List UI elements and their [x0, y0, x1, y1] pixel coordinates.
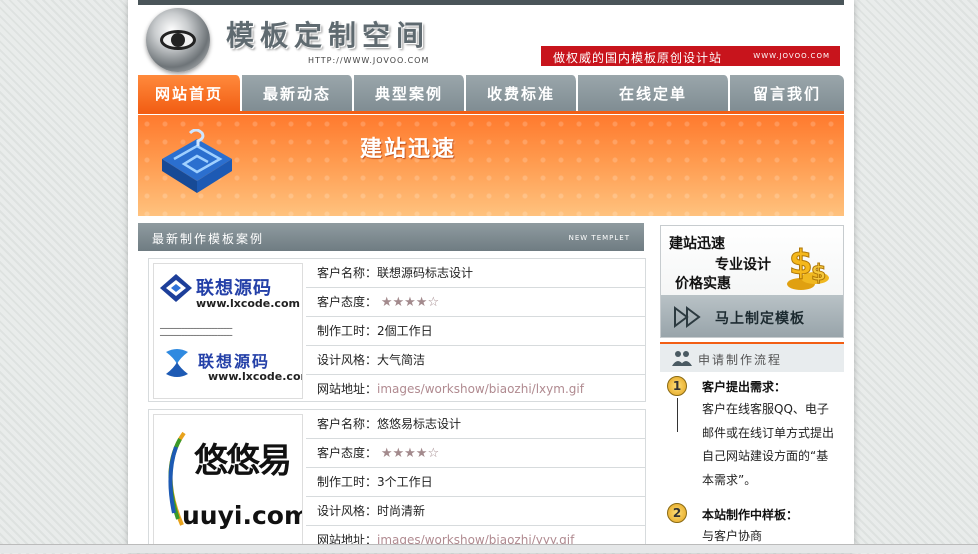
- case-hours: 3个工作日: [377, 475, 433, 489]
- dollar-coins-icon: $ $: [787, 243, 829, 290]
- make-template-button[interactable]: 马上制定模板: [661, 296, 843, 337]
- flow-title: 申请制作流程: [698, 353, 783, 367]
- make-template-label: 马上制定模板: [715, 311, 805, 327]
- case-row-style: 设计风格：大气简洁: [306, 346, 646, 375]
- thumb-brand-url: www.lxcode.com: [196, 297, 300, 310]
- section-header: 最新制作模板案例 NEW TEMPLET: [138, 223, 644, 251]
- slogan-url: WWW.JOVOO.COM: [753, 52, 830, 60]
- case-card: 联想源码 www.lxcode.com ━━━━━━━━━━━━━━━━━━━━…: [148, 258, 646, 402]
- rating-stars: ★★★★☆: [380, 446, 440, 461]
- tab-cases[interactable]: 典型案例: [354, 75, 466, 112]
- step-number-badge: 2: [667, 503, 687, 523]
- case-row-rating: 客户态度： ★★★★☆: [306, 288, 646, 317]
- case-name: 悠悠易标志设计: [377, 417, 462, 431]
- promo-line-price: 价格实惠: [675, 276, 731, 292]
- case-style: 时尚清新: [377, 504, 426, 518]
- case-name: 联想源码标志设计: [377, 266, 474, 280]
- case-row-name: 客户名称：联想源码标志设计: [306, 259, 646, 288]
- promo-line-speed: 建站迅速: [669, 236, 725, 252]
- eye-pupil: [171, 33, 185, 47]
- thumb-fine-print: ━━━━━━━━━━━━━━━━━━━━━━━━ ━━━━━━━━━━━━━━━━…: [160, 326, 233, 339]
- case-style: 大气简洁: [377, 353, 426, 367]
- step-description: 客户在线客服QQ、电子邮件或在线订单方式提出自己网站建设方面的“基本需求”。: [702, 402, 835, 487]
- case-details: 客户名称：悠悠易标志设计 客户态度： ★★★★☆ 制作工时：3个工作日 设计风格…: [306, 410, 646, 554]
- lxcode-logo-icon: [160, 274, 192, 302]
- thumb-brand-url-alt: www.lxcode.com: [208, 370, 303, 383]
- step-title: 客户提出需求：: [702, 380, 787, 394]
- case-thumbnail[interactable]: 悠悠易 uuyi.com: [153, 414, 303, 550]
- top-bar: [138, 0, 844, 5]
- svg-text:$: $: [811, 261, 826, 286]
- rating-stars: ★★★★☆: [380, 295, 440, 310]
- main-nav: 网站首页 最新动态 典型案例 收费标准 在线定单 留言我们: [138, 75, 844, 112]
- svg-text:$: $: [789, 243, 813, 283]
- banner-text: 建站迅速: [360, 137, 457, 162]
- nav-underline: [138, 111, 844, 114]
- slogan-text: 做权威的国内模板原创设计站: [553, 51, 723, 65]
- case-thumbnail[interactable]: 联想源码 www.lxcode.com ━━━━━━━━━━━━━━━━━━━━…: [153, 263, 303, 399]
- section-tag: NEW TEMPLET: [568, 234, 630, 242]
- case-row-name: 客户名称：悠悠易标志设计: [306, 410, 646, 439]
- thumb-brand-name-alt: 联想源码: [198, 352, 271, 371]
- tab-news[interactable]: 最新动态: [242, 75, 354, 112]
- tab-home[interactable]: 网站首页: [138, 75, 242, 112]
- slogan-bar: 做权威的国内模板原创设计站 WWW.JOVOO.COM: [541, 46, 840, 66]
- case-row-hours: 制作工时：3个工作日: [306, 468, 646, 497]
- tab-pricing[interactable]: 收费标准: [466, 75, 578, 112]
- thumb-brand-url: uuyi.com: [182, 501, 303, 530]
- section-title: 最新制作模板案例: [152, 232, 265, 246]
- eye-logo-icon[interactable]: [146, 8, 210, 72]
- thumb-brand-name: 悠悠易: [194, 441, 292, 481]
- double-arrow-icon: [674, 306, 701, 328]
- case-row-rating: 客户态度： ★★★★☆: [306, 439, 646, 468]
- banner: 建站迅速: [138, 115, 844, 216]
- banner-pattern: [138, 115, 844, 216]
- site-url: HTTP://WWW.JOVOO.COM: [308, 56, 430, 65]
- case-row-url: 网站地址：images/workshow/biaozhi/lxym.gif: [317, 382, 584, 396]
- step-number-badge: 1: [667, 376, 687, 396]
- case-url-link[interactable]: images/workshow/biaozhi/lxym.gif: [377, 382, 584, 396]
- maze-icon: [162, 129, 232, 193]
- step-title: 本站制作中样板：: [702, 508, 799, 522]
- case-row-style: 设计风格：时尚清新: [306, 497, 646, 526]
- case-row-hours: 制作工时：2個工作日: [306, 317, 646, 346]
- promo-box: 建站迅速 专业设计 价格实惠 $ $ 马上制定模板: [660, 225, 844, 338]
- page-container: 模板定制空间 HTTP://WWW.JOVOO.COM 做权威的国内模板原创设计…: [128, 0, 854, 553]
- flow-header: 申请制作流程: [660, 342, 844, 372]
- step-connector: [677, 398, 678, 432]
- case-details: 客户名称：联想源码标志设计 客户态度： ★★★★☆ 制作工时：2個工作日 设计风…: [306, 259, 646, 403]
- lxcode-logo-alt-icon: [166, 349, 188, 377]
- site-title[interactable]: 模板定制空间: [226, 14, 430, 54]
- people-icon: [672, 351, 692, 366]
- flow-steps: 1 客户提出需求： 客户在线客服QQ、电子邮件或在线订单方式提出自己网站建设方面…: [660, 372, 844, 552]
- case-card: 悠悠易 uuyi.com 客户名称：悠悠易标志设计 客户态度： ★★★★☆ 制作…: [148, 409, 646, 553]
- tab-order[interactable]: 在线定单: [578, 75, 730, 112]
- promo-line-design: 专业设计: [715, 257, 771, 273]
- tab-message[interactable]: 留言我们: [730, 75, 844, 112]
- case-hours: 2個工作日: [377, 324, 433, 338]
